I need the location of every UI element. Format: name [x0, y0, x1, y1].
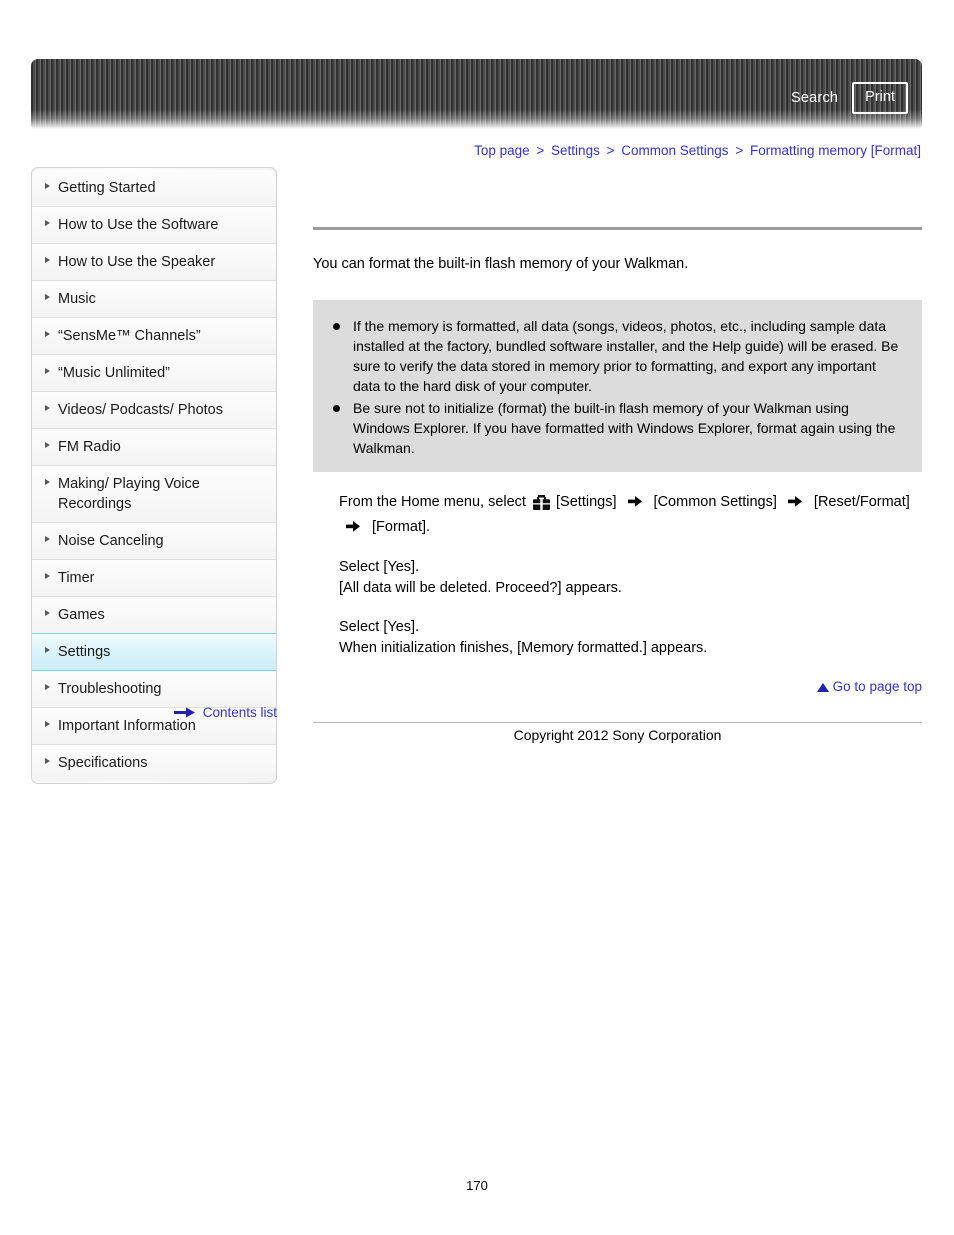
sidebar-item-label: Music: [58, 291, 96, 307]
breadcrumb-separator: >: [735, 143, 744, 158]
sidebar-item-getting-started[interactable]: Getting Started: [32, 170, 276, 207]
sidebar-item-label: Troubleshooting: [58, 681, 162, 697]
search-link[interactable]: Search: [791, 90, 838, 106]
contents-list-link[interactable]: Contents list: [31, 705, 277, 721]
procedure-step-2: Select [Yes]. [All data will be deleted.…: [339, 557, 922, 599]
note-list-item: Be sure not to initialize (format) the b…: [329, 398, 906, 458]
note-text: If the memory is formatted, all data (so…: [353, 318, 899, 394]
sidebar-item-label: Specifications: [58, 755, 148, 771]
breadcrumb-item-current-page[interactable]: Formatting memory [Format]: [750, 143, 921, 158]
triangle-bullet-icon: [45, 721, 50, 727]
sidebar-item-troubleshooting[interactable]: Troubleshooting: [32, 671, 276, 708]
footer-divider: [313, 722, 922, 723]
sidebar-item-music[interactable]: Music: [32, 281, 276, 318]
triangle-bullet-icon: [45, 331, 50, 337]
procedure-steps: From the Home menu, select [Settings] [C…: [313, 492, 922, 659]
sidebar-item-label: Videos/ Podcasts/ Photos: [58, 402, 223, 418]
triangle-bullet-icon: [45, 610, 50, 616]
sidebar-item-music-unlimited[interactable]: “Music Unlimited”: [32, 355, 276, 392]
bullet-icon: [333, 405, 340, 412]
breadcrumb: Top page > Settings > Common Settings > …: [474, 143, 921, 158]
breadcrumb-item-top-page[interactable]: Top page: [474, 143, 530, 158]
sidebar-item-games[interactable]: Games: [32, 597, 276, 634]
triangle-bullet-icon: [45, 294, 50, 300]
sidebar-item-videos-podcasts-photos[interactable]: Videos/ Podcasts/ Photos: [32, 392, 276, 429]
arrow-right-icon: [787, 493, 803, 514]
note-text: Be sure not to initialize (format) the b…: [353, 400, 896, 456]
copyright-text: Copyright 2012 Sony Corporation: [513, 727, 722, 743]
breadcrumb-separator: >: [536, 143, 545, 158]
step-item-reset-format: [Reset/Format]: [813, 494, 910, 510]
intro-text: You can format the built-in flash memory…: [313, 256, 689, 272]
sidebar-item-noise-canceling[interactable]: Noise Canceling: [32, 523, 276, 560]
sidebar-item-how-to-use-the-software[interactable]: How to Use the Software: [32, 207, 276, 244]
step-3-line-2: When initialization finishes, [Memory fo…: [339, 640, 708, 656]
triangle-bullet-icon: [45, 442, 50, 448]
sidebar-item-label: Noise Canceling: [58, 533, 164, 549]
step-item-format: [Format].: [372, 519, 431, 535]
triangle-bullet-icon: [45, 536, 50, 542]
bullet-icon: [333, 323, 340, 330]
go-to-page-top-link[interactable]: Go to page top: [816, 679, 922, 694]
main-content: You can format the built-in flash memory…: [313, 167, 922, 694]
sidebar-item-label: Getting Started: [58, 180, 156, 196]
sidebar-item-specifications[interactable]: Specifications: [32, 745, 276, 781]
step-3-line-1: Select [Yes].: [339, 619, 420, 635]
triangle-bullet-icon: [45, 479, 50, 485]
note-list: If the memory is formatted, all data (so…: [329, 316, 906, 458]
arrow-right-icon: [173, 706, 196, 721]
triangle-bullet-icon: [45, 684, 50, 690]
triangle-bullet-icon: [45, 220, 50, 226]
settings-toolbox-icon: [533, 495, 550, 517]
note-list-item: If the memory is formatted, all data (so…: [329, 316, 906, 396]
sidebar-item-fm-radio[interactable]: FM Radio: [32, 429, 276, 466]
procedure-step-3: Select [Yes]. When initialization finish…: [339, 617, 922, 659]
sidebar-item-label: How to Use the Speaker: [58, 254, 216, 270]
triangle-bullet-icon: [45, 405, 50, 411]
step-item-common-settings: [Common Settings]: [653, 494, 777, 510]
step-2-line-1: Select [Yes].: [339, 559, 420, 575]
breadcrumb-item-common-settings[interactable]: Common Settings: [621, 143, 728, 158]
note-box: If the memory is formatted, all data (so…: [313, 300, 922, 472]
sidebar-item-label: How to Use the Software: [58, 217, 219, 233]
arrow-right-icon: [627, 493, 643, 514]
sidebar-item-sensme-channels[interactable]: “SensMe™ Channels”: [32, 318, 276, 355]
contents-list-label: Contents list: [202, 705, 277, 720]
print-button[interactable]: Print: [852, 82, 908, 114]
triangle-bullet-icon: [45, 758, 50, 764]
page-number: 170: [466, 1178, 488, 1193]
header-controls: Search Print: [791, 82, 908, 114]
triangle-bullet-icon: [45, 573, 50, 579]
step-item-settings: [Settings]: [556, 494, 617, 510]
sidebar-item-settings[interactable]: Settings: [32, 633, 276, 671]
sidebar-item-label: Timer: [58, 570, 95, 586]
triangle-bullet-icon: [45, 368, 50, 374]
sidebar-item-label: Settings: [58, 644, 111, 660]
sidebar-item-label: “SensMe™ Channels”: [58, 328, 201, 344]
sidebar-item-how-to-use-the-speaker[interactable]: How to Use the Speaker: [32, 244, 276, 281]
procedure-step-1: From the Home menu, select [Settings] [C…: [339, 492, 922, 539]
go-to-page-top: Go to page top: [313, 679, 922, 694]
sidebar-navigation: Getting Started How to Use the Software …: [31, 167, 277, 784]
sidebar-item-label: Games: [58, 607, 105, 623]
sidebar-item-timer[interactable]: Timer: [32, 560, 276, 597]
triangle-up-icon: [816, 683, 829, 692]
arrow-right-icon: [346, 518, 361, 539]
triangle-bullet-icon: [45, 257, 50, 263]
sidebar-item-label: FM Radio: [58, 439, 121, 455]
go-to-page-top-label: Go to page top: [832, 679, 922, 694]
page-header-bar: Search Print: [31, 59, 922, 129]
triangle-bullet-icon: [45, 183, 50, 189]
sidebar-item-making-playing-voice-recordings[interactable]: Making/ Playing Voice Recordings: [32, 466, 276, 523]
sidebar-item-label: “Music Unlimited”: [58, 365, 170, 381]
step-lead-text: From the Home menu, select: [339, 494, 526, 510]
step-2-line-2: [All data will be deleted. Proceed?] app…: [339, 580, 622, 596]
breadcrumb-item-settings[interactable]: Settings: [551, 143, 600, 158]
breadcrumb-separator: >: [606, 143, 615, 158]
triangle-bullet-icon: [45, 647, 50, 653]
section-divider: [313, 227, 922, 230]
sidebar-item-label: Making/ Playing Voice Recordings: [58, 476, 200, 512]
